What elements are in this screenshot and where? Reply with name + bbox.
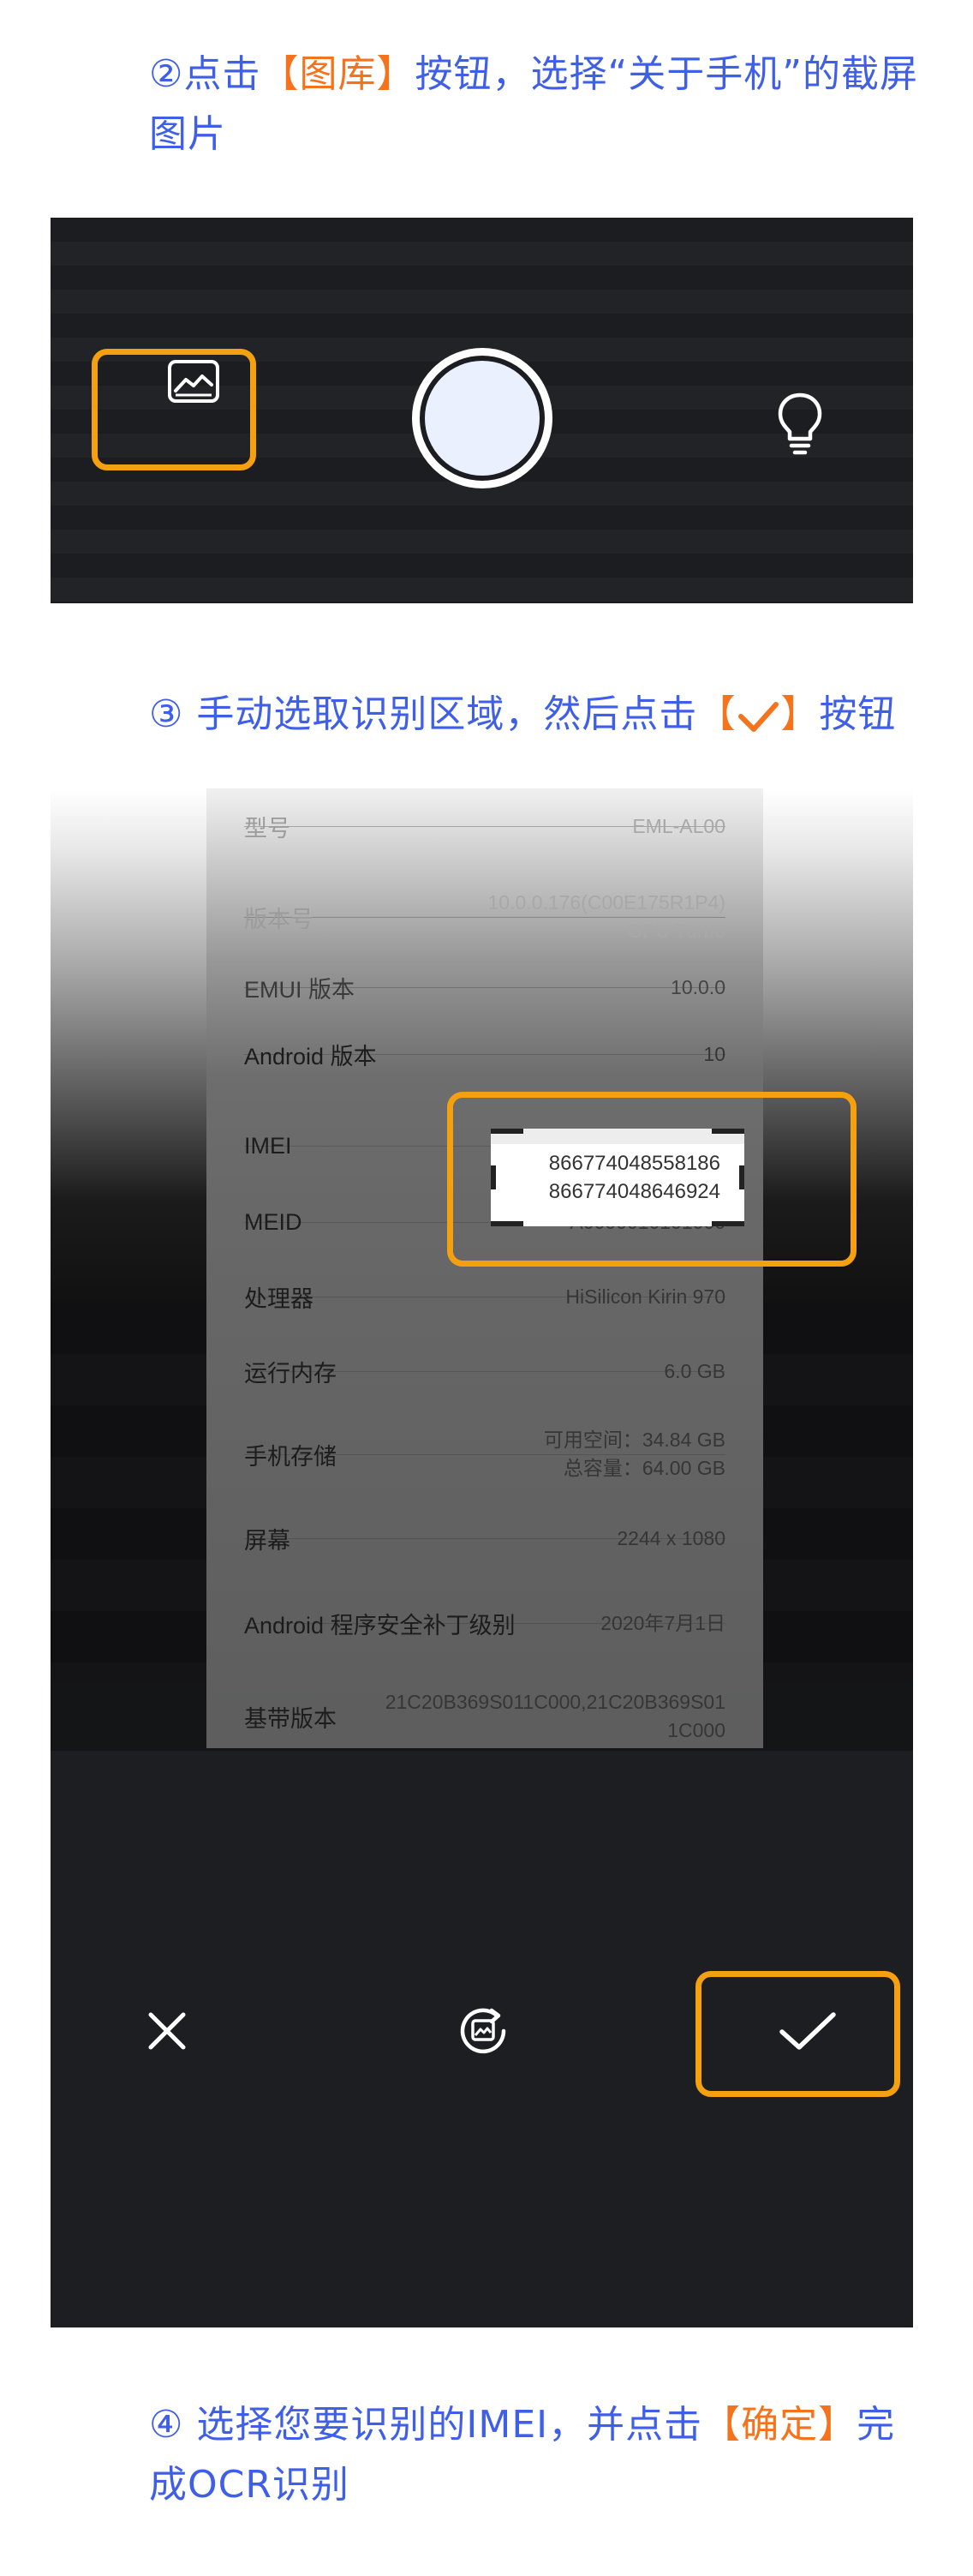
step2-highlight: 【图库】	[260, 52, 415, 96]
step3-bracket-open: 【	[697, 692, 737, 736]
info-row-build-number: 版本号 10.0.0.176(C00E175R1P4) GPU Turbo	[244, 891, 725, 942]
row-value: 2244 x 1080	[617, 1526, 725, 1549]
row-value: 10	[703, 1042, 725, 1065]
cancel-button[interactable]	[133, 1997, 201, 2065]
step2-prefix: ②点击	[149, 52, 261, 96]
row-label: Android 版本	[244, 1043, 377, 1069]
row-label: 屏幕	[244, 1527, 290, 1554]
row-label: Android 程序安全补丁级别	[244, 1612, 516, 1638]
shutter-button[interactable]	[412, 348, 552, 488]
row-value: EML-AL00	[632, 814, 725, 837]
row-value: HiSilicon Kirin 970	[565, 1285, 725, 1308]
row-value: 6.0 GB	[664, 1359, 725, 1382]
close-icon	[148, 2012, 186, 2050]
step3-instruction: ③ 手动选取识别区域，然后点击【 】按钮	[149, 685, 920, 745]
step4-highlight: 【确定】	[702, 2403, 857, 2447]
gallery-highlight-frame	[92, 349, 256, 470]
row-value-line2: 1C000	[667, 1719, 725, 1741]
shutter-inner	[425, 361, 540, 476]
row-value-line2: 总容量：64.00 GB	[563, 1457, 725, 1479]
confirm-highlight-frame	[695, 1971, 900, 2097]
selection-highlight-frame	[447, 1092, 857, 1267]
info-row-android-version: Android 版本 10	[244, 1043, 725, 1069]
row-value: 2020年7月1日	[600, 1611, 725, 1634]
row-label: 型号	[244, 815, 290, 842]
row-label: 运行内存	[244, 1360, 337, 1387]
row-value: 10.0.0.176(C00E175R1P4) GPU Turbo	[488, 889, 725, 945]
crop-toolbar	[51, 1751, 913, 2327]
row-label: 手机存储	[244, 1443, 337, 1470]
step4-prefix: ④ 选择您要识别的IMEI，并点击	[149, 2403, 703, 2447]
camera-bottom-bar	[51, 218, 913, 603]
row-value: 可用空间：34.84 GB 总容量：64.00 GB	[544, 1426, 725, 1483]
row-value-line1: 21C20B369S011C000,21C20B369S01	[385, 1691, 725, 1713]
step4-instruction: ④ 选择您要识别的IMEI，并点击【确定】完成OCR识别	[149, 2395, 920, 2515]
info-row-storage: 手机存储 可用空间：34.84 GB 总容量：64.00 GB	[244, 1429, 725, 1479]
info-row-screen: 屏幕 2244 x 1080	[244, 1527, 725, 1554]
flashlight-button[interactable]	[770, 389, 830, 458]
row-value: 21C20B369S011C000,21C20B369S01 1C000	[385, 1688, 725, 1745]
info-row-emui-version: EMUI 版本 10.0.0	[244, 976, 725, 1003]
info-row-ram: 运行内存 6.0 GB	[244, 1360, 725, 1387]
about-phone-screenshot: 型号 EML-AL00 版本号 10.0.0.176(C00E175R1P4) G…	[206, 788, 763, 1748]
row-value-line1: 可用空间：34.84 GB	[543, 1429, 725, 1451]
lightbulb-icon	[778, 392, 822, 455]
row-value: 10.0.0	[671, 975, 725, 998]
step3-prefix: ③ 手动选取识别区域，然后点击	[149, 692, 698, 736]
check-icon	[738, 702, 779, 732]
row-value-line2: GPU Turbo	[626, 920, 725, 942]
row-label: 基带版本	[244, 1705, 337, 1732]
step2-instruction: ②点击【图库】按钮，选择“关于手机”的截屏图片	[149, 45, 920, 165]
row-label: 处理器	[244, 1285, 313, 1312]
info-row-security-patch: Android 程序安全补丁级别 2020年7月1日	[244, 1612, 725, 1638]
step3-bracket-close: 】	[780, 692, 820, 736]
rotate-button[interactable]	[447, 1995, 519, 2067]
step3-suffix: 按钮	[819, 692, 897, 736]
row-value-line1: 10.0.0.176(C00E175R1P4)	[487, 891, 725, 914]
rotate-image-icon	[460, 2008, 506, 2054]
row-label: MEID	[244, 1208, 302, 1235]
row-label: 版本号	[244, 906, 313, 932]
crop-screen: 型号 EML-AL00 版本号 10.0.0.176(C00E175R1P4) G…	[51, 788, 913, 2327]
info-row-model: 型号 EML-AL00	[244, 815, 725, 842]
row-label: IMEI	[244, 1132, 292, 1159]
row-label: EMUI 版本	[244, 976, 355, 1003]
